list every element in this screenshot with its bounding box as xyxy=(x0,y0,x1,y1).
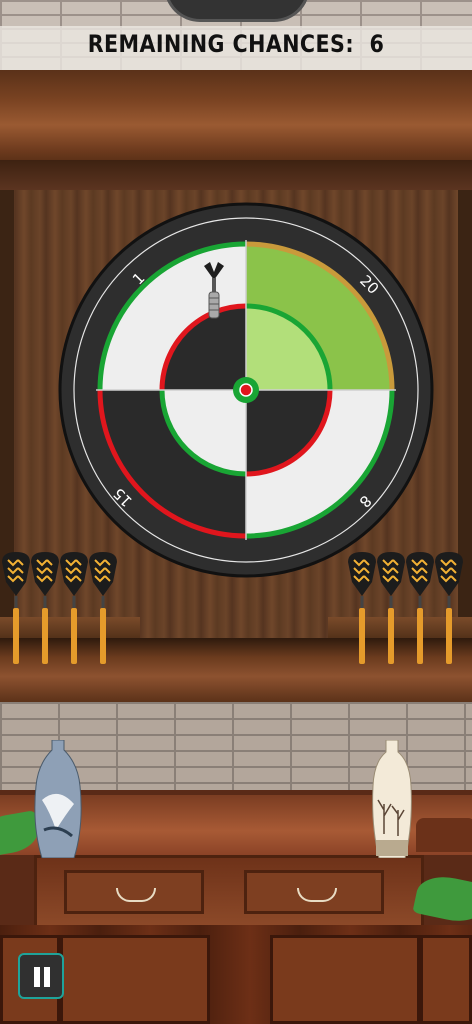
rack-dart[interactable] xyxy=(89,552,117,664)
rack-dart[interactable] xyxy=(348,552,376,664)
dartboard[interactable]: 1 20 15 8 xyxy=(58,202,434,578)
remaining-chances: REMAINING CHANCES: 6 xyxy=(33,30,439,58)
cabinet-panel xyxy=(420,935,472,1024)
rack-dart[interactable] xyxy=(2,552,30,664)
remaining-chances-label: REMAINING CHANCES: xyxy=(87,30,355,58)
rack-dart[interactable] xyxy=(435,552,463,664)
chair-back xyxy=(416,818,472,852)
vase-left xyxy=(34,740,82,858)
cabinet-panel xyxy=(60,935,210,1024)
rack-dart[interactable] xyxy=(377,552,405,664)
dart-rack-left-darts xyxy=(2,552,117,664)
bullseye[interactable] xyxy=(239,383,253,397)
rack-dart[interactable] xyxy=(406,552,434,664)
rack-dart[interactable] xyxy=(60,552,88,664)
top-wood-trim xyxy=(0,160,472,190)
pause-icon xyxy=(34,967,40,987)
pause-button[interactable] xyxy=(18,953,64,999)
ceiling-lamp xyxy=(164,0,310,22)
remaining-chances-count: 6 xyxy=(369,30,385,58)
top-wood-beam xyxy=(0,70,472,170)
dart-rack-right-darts xyxy=(348,552,463,664)
rack-dart[interactable] xyxy=(31,552,59,664)
pause-icon-bar xyxy=(44,967,50,987)
vase-right xyxy=(372,740,412,858)
cabinet-panel xyxy=(270,935,420,1024)
